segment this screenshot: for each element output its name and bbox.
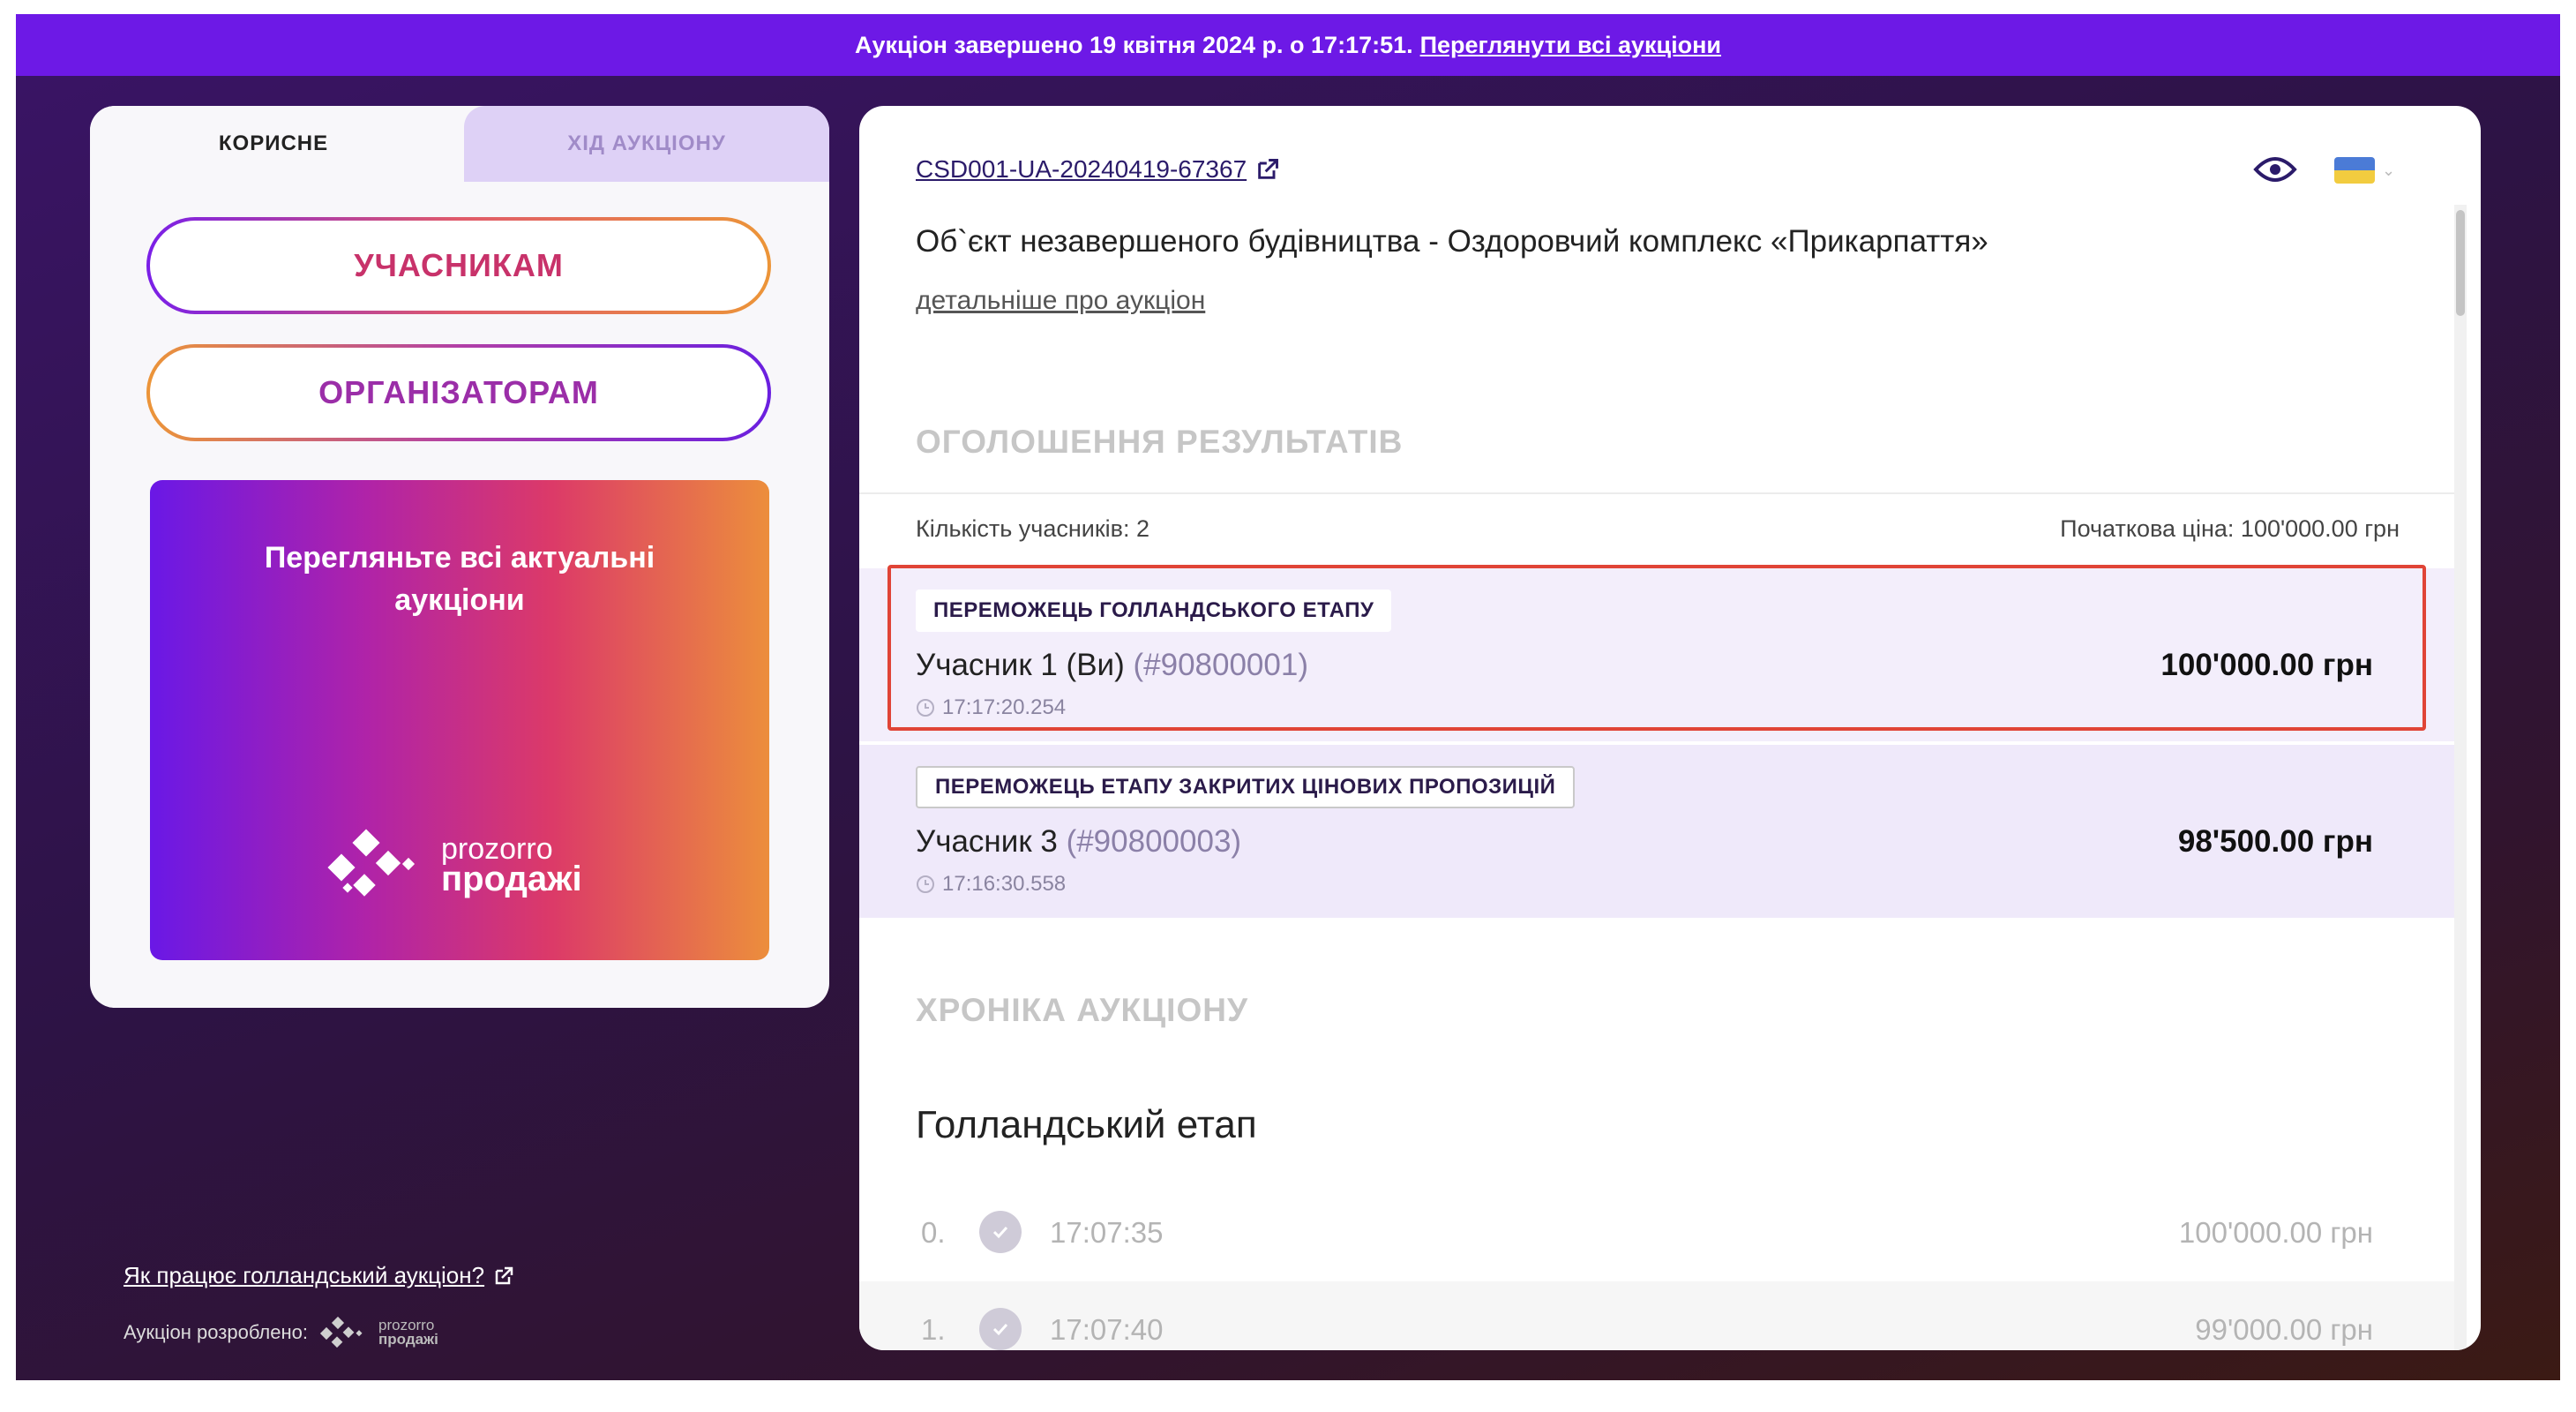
watch-button[interactable] [2253, 152, 2297, 192]
chevron-down-icon: ⌄ [2382, 161, 2396, 179]
step-price: 99'000.00 грн [2195, 1313, 2373, 1346]
start-price: Початкова ціна: 100'000.00 грн [2060, 515, 2400, 542]
timeline-row: 1. 17:07:40 99'000.00 грн [859, 1281, 2454, 1350]
check-icon [979, 1211, 1022, 1253]
auction-id-link[interactable]: CSD001-UA-20240419-67367 [916, 155, 1280, 184]
useful-panel: КОРИСНЕ ХІД АУКЦІОНУ УЧАСНИКАМ ОРГАНІЗАТ… [90, 106, 829, 1008]
bid-time: 17:16:30.558 [916, 872, 1066, 897]
participant-label: Учасник 3 [916, 824, 1058, 859]
annotation-highlight [887, 565, 2426, 731]
promo-title: Перегляньте всі актуальні аукціони [264, 541, 655, 617]
scrollbar-thumb[interactable] [2456, 210, 2465, 316]
all-auctions-link[interactable]: Переглянути всі аукціони [1420, 32, 1721, 59]
check-icon [979, 1308, 1022, 1350]
step-price: 100'000.00 грн [2178, 1216, 2373, 1249]
how-link-label: Як працює голландський аукціон? [124, 1262, 485, 1288]
step-index: 0. [921, 1216, 946, 1249]
timeline-row: 0. 17:07:35 100'000.00 грн [859, 1184, 2454, 1281]
participants-button[interactable]: УЧАСНИКАМ [146, 217, 771, 314]
bid-time-value: 17:16:30.558 [942, 872, 1067, 896]
dev-logo-line-2: продажі [378, 1331, 438, 1348]
object-title: Об`єкт незавершеного будівництва - Оздор… [916, 224, 1988, 259]
auction-finished-banner: Аукціон завершено 19 квітня 2024 р. о 17… [16, 14, 2560, 76]
banner-text: Аукціон завершено 19 квітня 2024 р. о 17… [854, 31, 1413, 58]
bid-price: 98'500.00 грн [2177, 824, 2373, 859]
auction-id: CSD001-UA-20240419-67367 [916, 155, 1247, 183]
divider [859, 492, 2454, 494]
participant-name: Учасник 3 (#90800003) [916, 824, 1241, 860]
how-dutch-auction-works-link[interactable]: Як працює голландський аукціон? [124, 1262, 514, 1289]
result-row-sealed-winner: ПЕРЕМОЖЕЦЬ ЕТАПУ ЗАКРИТИХ ЦІНОВИХ ПРОПОЗ… [859, 745, 2454, 918]
dev-logo-wordmark: prozorro продажі [378, 1318, 438, 1347]
results-header: ОГОЛОШЕННЯ РЕЗУЛЬТАТІВ [916, 424, 1404, 460]
participant-id: (#90800003) [1066, 824, 1242, 859]
language-selector[interactable]: ⌄ [2334, 157, 2395, 184]
step-time: 17:07:35 [1050, 1216, 1164, 1249]
participants-count: Кількість учасників: 2 [916, 515, 1150, 542]
step-time: 17:07:40 [1050, 1313, 1164, 1346]
scrollbar-track[interactable] [2454, 205, 2467, 1350]
step-index: 1. [921, 1313, 946, 1346]
clock-icon [917, 875, 934, 893]
developed-by: Аукціон розроблено: prozorro продажі [124, 1315, 438, 1350]
prozorro-small-logo-icon [319, 1316, 363, 1348]
tab-useful[interactable]: КОРИСНЕ [90, 106, 457, 182]
all-auctions-promo[interactable]: Перегляньте всі актуальні аукціони prozo… [150, 480, 769, 960]
external-link-icon [1258, 159, 1279, 179]
logo-line-2: продажі [441, 860, 582, 898]
prozorro-wordmark: prozorro продажі [441, 834, 582, 898]
external-link-icon [495, 1266, 513, 1284]
left-tabs: КОРИСНЕ ХІД АУКЦІОНУ [90, 106, 829, 182]
auction-details-link[interactable]: детальніше про аукціон [916, 286, 1205, 316]
winner-badge: ПЕРЕМОЖЕЦЬ ЕТАПУ ЗАКРИТИХ ЦІНОВИХ ПРОПОЗ… [916, 766, 1576, 808]
eye-icon [2253, 157, 2297, 182]
ukraine-flag-icon [2334, 157, 2375, 184]
tab-auction-progress[interactable]: ХІД АУКЦІОНУ [464, 106, 829, 182]
organizers-button[interactable]: ОРГАНІЗАТОРАМ [146, 344, 771, 441]
developed-by-label: Аукціон розроблено: [124, 1321, 308, 1343]
chronicle-header: ХРОНІКА АУКЦІОНУ [916, 992, 1248, 1028]
prozorro-logo: prozorro продажі [323, 824, 582, 904]
prozorro-logo-icon [327, 829, 416, 897]
stage-title: Голландський етап [916, 1103, 1257, 1146]
